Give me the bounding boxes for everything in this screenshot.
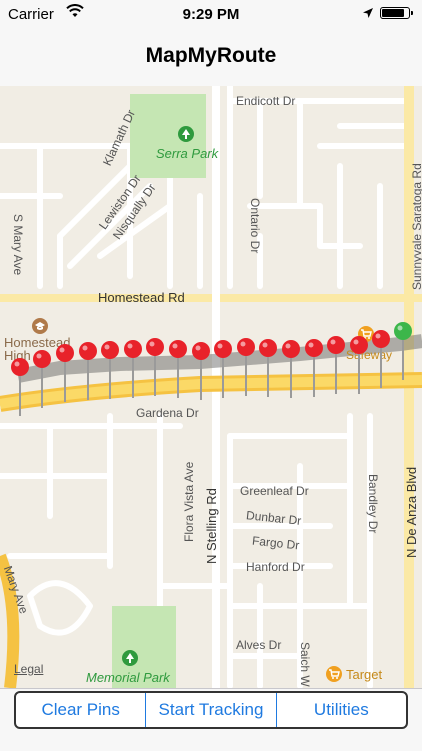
school-pin-icon bbox=[32, 318, 48, 334]
street-label: N Stelling Rd bbox=[204, 488, 219, 564]
place-label-memorial-park: Memorial Park bbox=[86, 670, 170, 685]
route-pin[interactable] bbox=[10, 358, 30, 418]
park-pin-icon bbox=[122, 650, 138, 666]
street-label: Saich W bbox=[298, 642, 312, 687]
street-label: Bandley Dr bbox=[366, 474, 380, 534]
route-pin[interactable] bbox=[78, 342, 98, 402]
route-pin[interactable] bbox=[258, 339, 278, 399]
route-pin[interactable] bbox=[145, 338, 165, 398]
shopping-cart-icon bbox=[326, 666, 342, 682]
route-pin[interactable] bbox=[213, 340, 233, 400]
clock-time: 9:29 PM bbox=[182, 6, 240, 23]
page-title: MapMyRoute bbox=[145, 44, 277, 67]
street-label: Hanford Dr bbox=[246, 560, 305, 574]
route-pin[interactable] bbox=[281, 340, 301, 400]
current-location-pin[interactable] bbox=[393, 322, 413, 382]
route-pin[interactable] bbox=[168, 340, 188, 400]
route-pin[interactable] bbox=[326, 336, 346, 396]
street-label: Greenleaf Dr bbox=[240, 484, 309, 498]
street-label: N De Anza Blvd bbox=[404, 466, 419, 558]
utilities-button[interactable]: Utilities bbox=[277, 693, 406, 727]
bottom-toolbar: Clear Pins Start Tracking Utilities bbox=[0, 688, 422, 751]
route-pin[interactable] bbox=[123, 340, 143, 400]
route-pin[interactable] bbox=[32, 350, 52, 410]
park-pin-icon bbox=[178, 126, 194, 142]
route-pin[interactable] bbox=[236, 338, 256, 398]
street-label: Homestead Rd bbox=[98, 290, 185, 305]
route-pin[interactable] bbox=[100, 341, 120, 401]
street-label: Alves Dr bbox=[236, 638, 282, 652]
place-label-target: Target bbox=[346, 667, 383, 682]
place-label-serra-park: Serra Park bbox=[156, 146, 219, 161]
location-arrow-icon bbox=[362, 6, 374, 23]
status-bar: Carrier 9:29 PM bbox=[0, 0, 422, 28]
action-segmented-control: Clear Pins Start Tracking Utilities bbox=[14, 691, 408, 729]
street-label: Sunnyvale Saratoga Rd bbox=[410, 163, 422, 290]
serra-park-area bbox=[130, 94, 206, 178]
street-label: Ontario Dr bbox=[248, 198, 262, 254]
clear-pins-button[interactable]: Clear Pins bbox=[16, 693, 147, 727]
street-label: Gardena Dr bbox=[136, 406, 199, 420]
legal-link[interactable]: Legal bbox=[14, 662, 43, 676]
route-pin[interactable] bbox=[191, 342, 211, 402]
map-view[interactable]: Endicott Dr Klamath Dr Lewiston Dr Nisqu… bbox=[0, 86, 422, 688]
start-tracking-button[interactable]: Start Tracking bbox=[146, 693, 277, 727]
route-pin[interactable] bbox=[371, 330, 391, 390]
route-pin[interactable] bbox=[55, 344, 75, 404]
route-pin[interactable] bbox=[304, 339, 324, 399]
route-pin[interactable] bbox=[349, 336, 369, 396]
street-label: Flora Vista Ave bbox=[182, 461, 196, 542]
street-label: Endicott Dr bbox=[236, 94, 296, 108]
battery-icon bbox=[380, 7, 413, 19]
street-label: S Mary Ave bbox=[11, 214, 25, 276]
navigation-bar: MapMyRoute bbox=[0, 28, 422, 87]
